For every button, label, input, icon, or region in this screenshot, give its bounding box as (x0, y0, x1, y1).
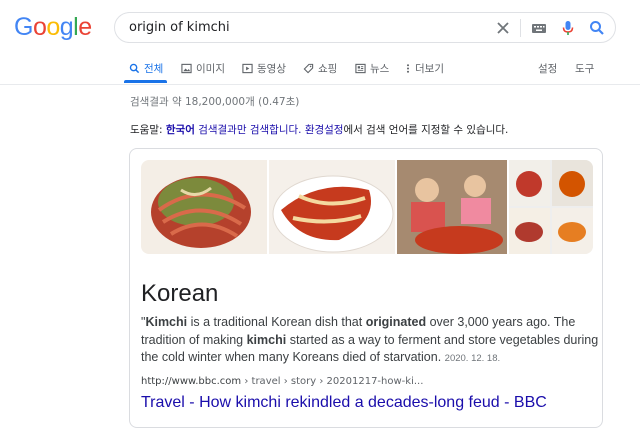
search-tabs: 전체 이미지 동영상 쇼핑 뉴스 더보기 설정 도구 (0, 54, 640, 85)
preferences-link[interactable]: 환경설정 (305, 124, 344, 136)
logo-letter: e (78, 13, 92, 41)
search-icon[interactable] (587, 18, 607, 38)
help-suffix: 에서 검색 언어를 지정할 수 있습니다. (343, 124, 509, 136)
image-icon (181, 63, 192, 74)
logo-letter: G (14, 13, 33, 41)
tab-label: 전체 (144, 63, 164, 75)
snippet-bold: Kimchi (145, 315, 188, 329)
result-breadcrumb: › travel › story › 20201217-how-ki... (241, 376, 424, 387)
kimchi-image-2[interactable] (269, 160, 395, 254)
logo-letter: o (32, 13, 47, 41)
korean-only-link[interactable]: 검색결과만 검색합니다. (198, 124, 301, 136)
tab-label: 뉴스 (370, 63, 390, 75)
tab-label: 이미지 (196, 63, 225, 75)
snippet-date: 2020. 12. 18. (444, 353, 501, 364)
result-domain: http://www.bbc.com (141, 376, 242, 387)
result-title-link[interactable]: Travel - How kimchi rekindled a decades-… (141, 394, 547, 412)
settings-button[interactable]: 설정 (538, 61, 557, 76)
close-icon[interactable] (493, 18, 513, 38)
logo-letter: g (59, 13, 74, 41)
snippet-part: is a traditional Korean dish that (187, 315, 366, 329)
snippet-bold: kimchi (246, 332, 287, 347)
language-link[interactable]: 한국어 (166, 124, 195, 136)
answer-heading: Korean (141, 280, 219, 307)
active-tab-indicator (124, 80, 167, 83)
language-help: 도움말: 한국어 검색결과만 검색합니다. 환경설정에서 검색 언어를 지정할 … (130, 122, 508, 137)
keyboard-icon[interactable] (529, 18, 549, 38)
result-stats: 검색결과 약 18,200,000개 (0.47초) (130, 96, 300, 108)
settings-label: 설정 (538, 63, 558, 75)
tab-news[interactable]: 뉴스 (355, 61, 389, 76)
search-input[interactable] (129, 13, 459, 42)
kimchi-image-3[interactable] (397, 160, 507, 254)
more-icon (406, 64, 410, 73)
tab-label: 동영상 (257, 63, 286, 75)
logo-letter: o (46, 13, 60, 41)
tools-button[interactable]: 도구 (575, 61, 594, 76)
featured-snippet-card: Korean "Kimchi is a traditional Korean d… (129, 148, 603, 428)
video-icon (242, 63, 253, 74)
tab-videos[interactable]: 동영상 (242, 61, 286, 76)
snippet-bold: originated (365, 315, 427, 329)
search-divider (520, 19, 521, 37)
kimchi-image-grid[interactable] (509, 160, 593, 254)
microphone-icon[interactable] (558, 18, 578, 38)
kimchi-image-1[interactable] (141, 160, 267, 254)
tools-label: 도구 (575, 63, 595, 75)
news-icon (355, 63, 366, 74)
search-icon (129, 63, 140, 74)
tab-label: 쇼핑 (318, 63, 338, 75)
help-prefix: 도움말: (130, 124, 163, 136)
tab-more[interactable]: 더보기 (405, 61, 444, 76)
result-url: http://www.bbc.com › travel › story › 20… (141, 376, 423, 387)
tab-all[interactable]: 전체 (129, 61, 163, 76)
tab-label: 더보기 (415, 63, 444, 75)
snippet-text: "Kimchi is a traditional Korean dish tha… (141, 314, 601, 368)
tab-shopping[interactable]: 쇼핑 (303, 61, 337, 76)
google-logo[interactable]: Google (14, 11, 92, 43)
search-box (114, 12, 616, 43)
tag-icon (303, 63, 314, 74)
tab-images[interactable]: 이미지 (181, 61, 225, 76)
